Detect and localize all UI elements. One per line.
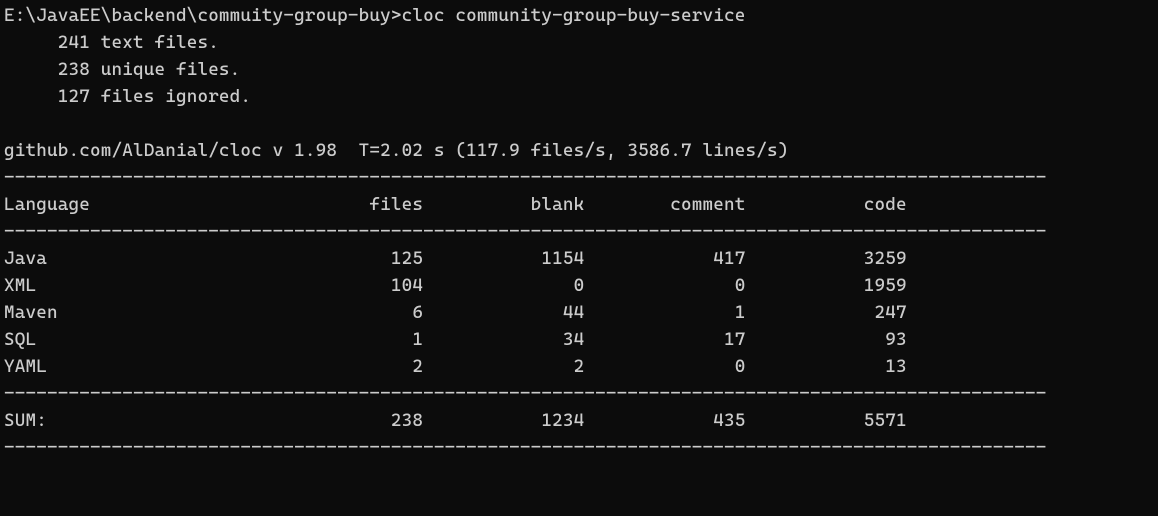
table-row: SQL 1 34 17 93 bbox=[4, 329, 907, 350]
prompt-path: E:\JavaEE\backend\commuity-group-buy> bbox=[4, 5, 402, 26]
meta-line: github.com/AlDanial/cloc v 1.98 T=2.02 s… bbox=[4, 140, 789, 161]
divider-line: ----------------------------------------… bbox=[4, 221, 1046, 242]
divider-line: ----------------------------------------… bbox=[4, 383, 1046, 404]
command-text: cloc community-group-buy-service bbox=[402, 5, 746, 26]
divider-line: ----------------------------------------… bbox=[4, 437, 1046, 458]
table-row: Java 125 1154 417 3259 bbox=[4, 248, 907, 269]
text-files-line: 241 text files. bbox=[4, 32, 219, 53]
sum-row: SUM: 238 1234 435 5571 bbox=[4, 410, 907, 431]
unique-files-line: 238 unique files. bbox=[4, 59, 240, 80]
table-row: Maven 6 44 1 247 bbox=[4, 302, 907, 323]
table-row: XML 104 0 0 1959 bbox=[4, 275, 907, 296]
divider-line: ----------------------------------------… bbox=[4, 167, 1046, 188]
terminal-output[interactable]: E:\JavaEE\backend\commuity-group-buy>clo… bbox=[4, 2, 1154, 461]
ignored-files-line: 127 files ignored. bbox=[4, 86, 251, 107]
table-row: YAML 2 2 0 13 bbox=[4, 356, 907, 377]
table-header: Language files blank comment code bbox=[4, 194, 907, 215]
